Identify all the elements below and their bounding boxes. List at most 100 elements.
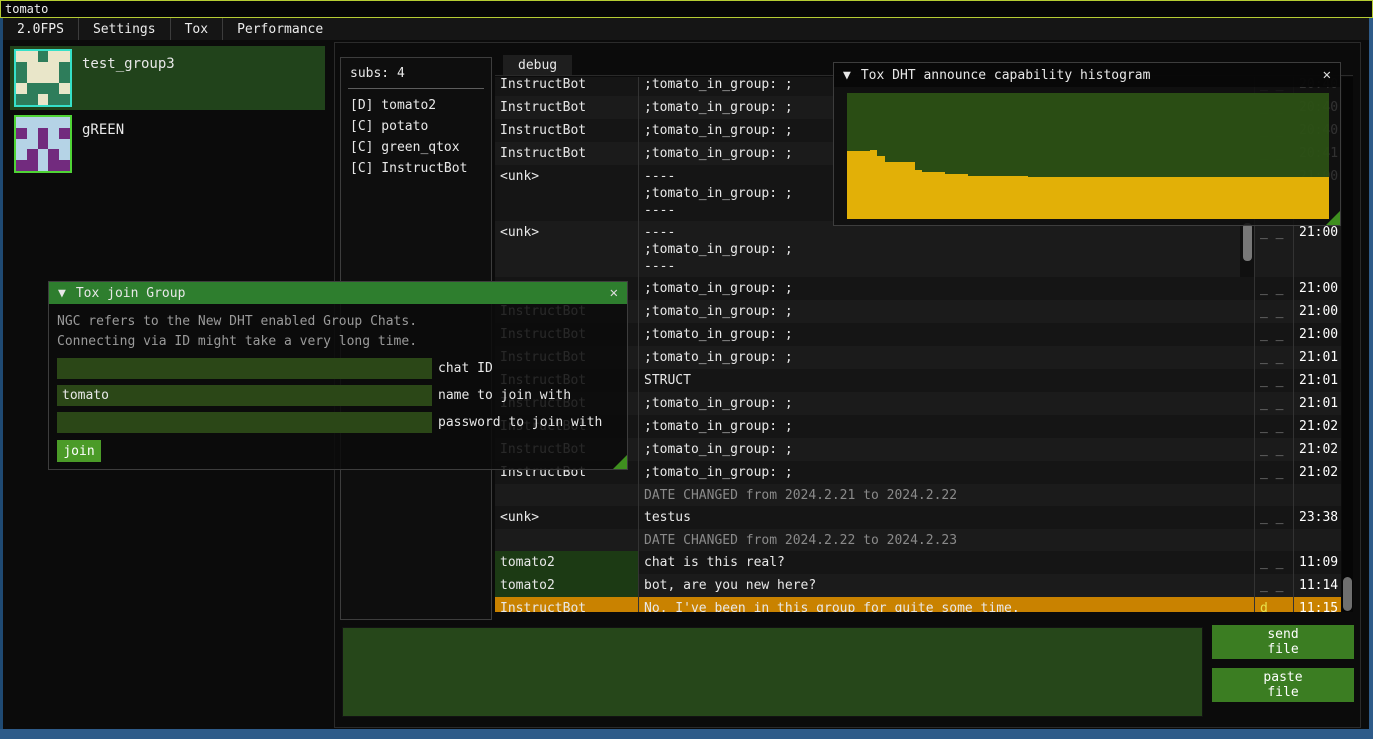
resize-grip[interactable] [1326,211,1340,225]
subs-list-item[interactable]: [C] InstructBot [341,158,491,179]
message-author: InstructBot [495,597,639,612]
chat-id-label: chat ID [438,361,493,376]
join-group-titlebar[interactable]: ▼ Tox join Group ✕ [49,282,627,304]
join-button[interactable]: join [57,440,101,462]
collapse-arrow-icon[interactable]: ▼ [843,68,851,83]
group-avatar [14,49,72,107]
histogram-bar [1299,177,1307,219]
message-text: ;tomato_in_group: ; [639,277,1255,300]
histogram-bar [1148,177,1156,219]
message-text: ;tomato_in_group: ; [639,323,1255,346]
histogram-bar [1156,177,1164,219]
group-item-gREEN[interactable]: gREEN [10,112,325,176]
group-name: gREEN [82,122,124,176]
date-row[interactable]: DATE CHANGED from 2024.2.22 to 2024.2.23 [495,529,1341,551]
menu-item-20fps[interactable]: 2.0FPS [3,18,78,40]
join-group-body: NGC refers to the New DHT enabled Group … [49,304,627,462]
histogram-bar [1193,177,1201,219]
message-status: _ _ [1255,461,1294,484]
histogram-bar [975,176,983,219]
collapse-arrow-icon[interactable]: ▼ [58,286,66,301]
histogram-bar [1291,177,1299,219]
group-avatar [14,115,72,173]
close-icon[interactable]: ✕ [610,285,618,301]
message-scrollbar-track[interactable] [1240,221,1254,277]
resize-grip[interactable] [613,455,627,469]
paste-file-button[interactable]: pastefile [1212,668,1354,702]
message-time: 11:09 [1294,551,1341,574]
menu-item-performance[interactable]: Performance [222,18,337,40]
message-status: _ _ [1255,438,1294,461]
window-title: tomato [5,2,48,16]
subs-list-item[interactable]: [C] green_qtox [341,137,491,158]
join-password-input[interactable] [57,412,432,433]
menu-bar: 2.0FPSSettingsToxPerformance [3,18,1369,40]
histogram-bar [1163,177,1171,219]
app-window: tomato 2.0FPSSettingsToxPerformance test… [0,0,1373,739]
histogram-bar [1261,177,1269,219]
chat-scrollbar-track[interactable] [1342,77,1353,612]
histogram-bar [1020,176,1028,219]
message-author [495,484,639,506]
histogram-bar [1073,177,1081,219]
message-time: 21:02 [1294,438,1341,461]
chat-row[interactable]: <unk>---- ;tomato_in_group: ; ----_ _21:… [495,221,1341,277]
histogram-bar [1246,177,1254,219]
chat-row[interactable]: tomato2chat is this real?_ _11:09 [495,551,1341,574]
subs-list-item[interactable]: [D] tomato2 [341,95,491,116]
histogram-bar [1126,177,1134,219]
histogram-bar [1254,177,1262,219]
message-text: testus [639,506,1255,529]
message-status: _ _ [1255,506,1294,529]
close-icon[interactable]: ✕ [1323,67,1331,83]
message-status: _ _ [1255,221,1294,277]
message-time [1294,484,1341,506]
dht-histogram-titlebar[interactable]: ▼ Tox DHT announce capability histogram … [834,63,1340,87]
message-status: _ _ [1255,369,1294,392]
message-time: 21:01 [1294,346,1341,369]
histogram-bar [1080,177,1088,219]
histogram-bar [1096,177,1104,219]
group-item-test_group3[interactable]: test_group3 [10,46,325,110]
message-text: chat is this real? [639,551,1255,574]
message-author: tomato2 [495,574,639,597]
histogram-bar [847,151,855,219]
dht-histogram-window: ▼ Tox DHT announce capability histogram … [833,62,1341,226]
message-time: 21:00 [1294,277,1341,300]
histogram-bar [892,162,900,219]
histogram-bar [877,156,885,219]
message-status: _ _ [1255,415,1294,438]
group-name: test_group3 [82,56,175,110]
chat-row[interactable]: InstructBotNo, I've been in this group f… [495,597,1341,612]
chat-id-input[interactable] [57,358,432,379]
join-name-input[interactable] [57,385,432,406]
chat-row[interactable]: tomato2bot, are you new here?_ _11:14 [495,574,1341,597]
message-time [1294,529,1341,551]
message-text: ;tomato_in_group: ; [639,346,1255,369]
histogram-bar [1209,177,1217,219]
send-file-button[interactable]: sendfile [1212,625,1354,659]
date-changed-label: DATE CHANGED from 2024.2.22 to 2024.2.23 [644,533,957,548]
date-row[interactable]: DATE CHANGED from 2024.2.21 to 2024.2.22 [495,484,1341,506]
message-author: InstructBot [495,142,639,165]
menu-item-tox[interactable]: Tox [170,18,222,40]
message-status [1255,529,1294,551]
chat-scrollbar-thumb[interactable] [1343,577,1352,611]
histogram-bar [1005,176,1013,219]
message-time: 23:38 [1294,506,1341,529]
message-scrollbar-thumb[interactable] [1243,223,1252,261]
subs-list-item[interactable]: [C] potato [341,116,491,137]
status-mark: _ [1276,601,1284,612]
menu-item-settings[interactable]: Settings [78,18,170,40]
histogram-bar [1171,177,1179,219]
message-input[interactable] [342,627,1203,717]
histogram-bar [998,176,1006,219]
message-status: d _ [1255,597,1294,612]
chat-row[interactable]: <unk>testus_ _23:38 [495,506,1341,529]
histogram-bar [1284,177,1292,219]
tab-debug[interactable]: debug [503,55,572,75]
histogram-bar [1306,177,1314,219]
join-info-line-2: Connecting via ID might take a very long… [57,332,627,352]
window-edge-bottom [0,729,1373,739]
histogram-bar [1186,177,1194,219]
